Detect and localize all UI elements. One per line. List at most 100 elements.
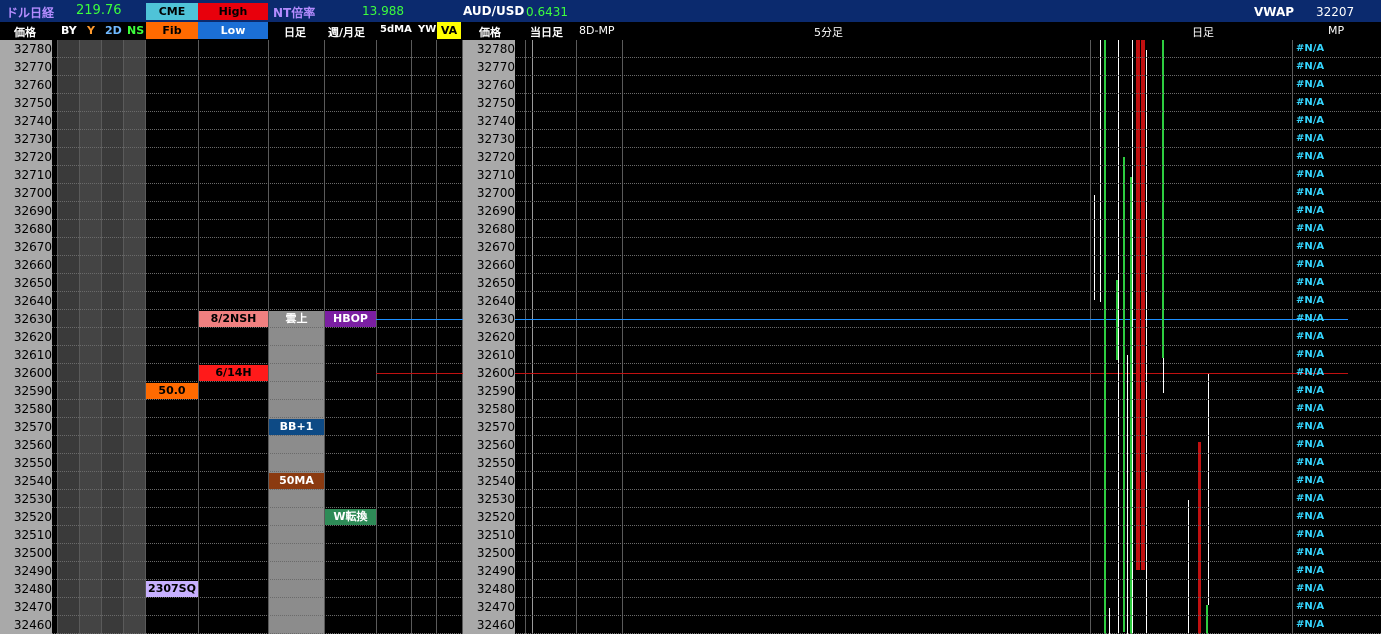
header-mp: MP — [1328, 24, 1345, 37]
row-separator — [0, 219, 1381, 220]
header-low: Low — [198, 22, 268, 39]
price-cell-left: 32620 — [0, 328, 52, 346]
price-cell-left: 32770 — [0, 58, 52, 76]
mp-value: #N/A — [1296, 205, 1325, 216]
price-cell-left: 32460 — [0, 616, 52, 634]
mp-value: #N/A — [1296, 61, 1325, 72]
price-cell-right: 32630 — [463, 310, 515, 328]
price-cell-right: 32660 — [463, 256, 515, 274]
mp-value: #N/A — [1296, 223, 1325, 234]
mp-value: #N/A — [1296, 439, 1325, 450]
price-cell-right: 32750 — [463, 94, 515, 112]
header-5min: 5分足 — [814, 26, 843, 39]
mp-value: #N/A — [1296, 385, 1325, 396]
price-cell-left: 32750 — [0, 94, 52, 112]
mp-value: #N/A — [1296, 313, 1325, 324]
five-min-bar — [1188, 500, 1189, 634]
mp-value: #N/A — [1296, 367, 1325, 378]
five-min-bar — [1100, 40, 1101, 302]
tag-6-14-high: 6/14H — [199, 365, 268, 381]
price-cell-left: 32630 — [0, 310, 52, 328]
row-separator — [0, 399, 1381, 400]
high-level-line — [376, 373, 1348, 374]
price-cell-right: 32600 — [463, 364, 515, 382]
mp-value: #N/A — [1296, 133, 1325, 144]
row-separator — [0, 543, 1381, 544]
price-cell-right: 32760 — [463, 76, 515, 94]
cme-label: CME — [146, 3, 198, 20]
mp-value: #N/A — [1296, 601, 1325, 612]
tag-fib-50: 50.0 — [146, 383, 198, 399]
row-separator — [0, 507, 1381, 508]
tag-w-turn: W転換 — [325, 509, 376, 525]
row-separator — [0, 489, 1381, 490]
vwap-label: VWAP — [1254, 5, 1295, 19]
price-cell-right: 32510 — [463, 526, 515, 544]
price-cell-left: 32540 — [0, 472, 52, 490]
header-5dma: 5dMA — [380, 24, 412, 35]
mp-value: #N/A — [1296, 511, 1325, 522]
price-cell-left: 32600 — [0, 364, 52, 382]
price-cell-left: 32610 — [0, 346, 52, 364]
tag-8-2-nsh: 8/2NSH — [199, 311, 268, 327]
five-min-bar — [1146, 50, 1147, 634]
high-label: High — [198, 3, 268, 20]
row-separator — [0, 327, 1381, 328]
price-cell-right: 32580 — [463, 400, 515, 418]
header-2d: 2D — [105, 24, 122, 37]
row-separator — [0, 561, 1381, 562]
mp-value: #N/A — [1296, 169, 1325, 180]
mp-value: #N/A — [1296, 79, 1325, 90]
price-cell-left: 32590 — [0, 382, 52, 400]
price-cell-left: 32470 — [0, 598, 52, 616]
price-cell-right: 32680 — [463, 220, 515, 238]
row-separator — [0, 363, 1381, 364]
tag-50ma: 50MA — [269, 473, 324, 489]
mp-value: #N/A — [1296, 421, 1325, 432]
five-min-bar — [1127, 355, 1128, 634]
tag-hbop: HBOP — [325, 311, 376, 327]
price-cell-left: 32650 — [0, 274, 52, 292]
top-info-bar: ドル日経 219.76 CME High NT倍率 13.988 AUD/USD… — [0, 0, 1381, 22]
header-y: Y — [87, 24, 95, 37]
mp-value: #N/A — [1296, 349, 1325, 360]
tag-kumo-above: 雲上 — [269, 311, 324, 327]
price-cell-left: 32580 — [0, 400, 52, 418]
header-va: VA — [437, 22, 461, 39]
hbop-level-line — [376, 319, 1348, 320]
price-cell-right: 32610 — [463, 346, 515, 364]
column-header-row: 価格 BY Y 2D NS Fib Low 日足 週/月足 5dMA YW VA… — [0, 22, 1381, 39]
price-cell-right: 32700 — [463, 184, 515, 202]
price-cell-right: 32730 — [463, 130, 515, 148]
tag-bb-plus-1: BB+1 — [269, 419, 324, 435]
price-cell-right: 32780 — [463, 40, 515, 58]
dollar-nikkei-label: ドル日経 — [6, 6, 55, 20]
mp-value: #N/A — [1296, 97, 1325, 108]
mp-value: #N/A — [1296, 187, 1325, 198]
price-cell-left: 32680 — [0, 220, 52, 238]
row-separator — [0, 93, 1381, 94]
mp-value: #N/A — [1296, 241, 1325, 252]
price-cell-right: 32620 — [463, 328, 515, 346]
row-separator — [0, 255, 1381, 256]
header-ns: NS — [127, 24, 145, 37]
price-cell-right: 32490 — [463, 562, 515, 580]
price-cell-left: 32720 — [0, 148, 52, 166]
price-cell-right: 32500 — [463, 544, 515, 562]
row-separator — [0, 309, 1381, 310]
header-by: BY — [61, 24, 77, 37]
price-cell-right: 32650 — [463, 274, 515, 292]
price-cell-left: 32510 — [0, 526, 52, 544]
price-cell-left: 32490 — [0, 562, 52, 580]
price-cell-right: 32590 — [463, 382, 515, 400]
row-separator — [0, 57, 1381, 58]
row-separator — [0, 525, 1381, 526]
row-separator — [0, 201, 1381, 202]
mp-value: #N/A — [1296, 43, 1325, 54]
header-yw: YW — [418, 24, 437, 35]
price-cell-left: 32560 — [0, 436, 52, 454]
price-cell-left: 32550 — [0, 454, 52, 472]
price-cell-left: 32690 — [0, 202, 52, 220]
price-cell-left: 32710 — [0, 166, 52, 184]
price-cell-right: 32470 — [463, 598, 515, 616]
